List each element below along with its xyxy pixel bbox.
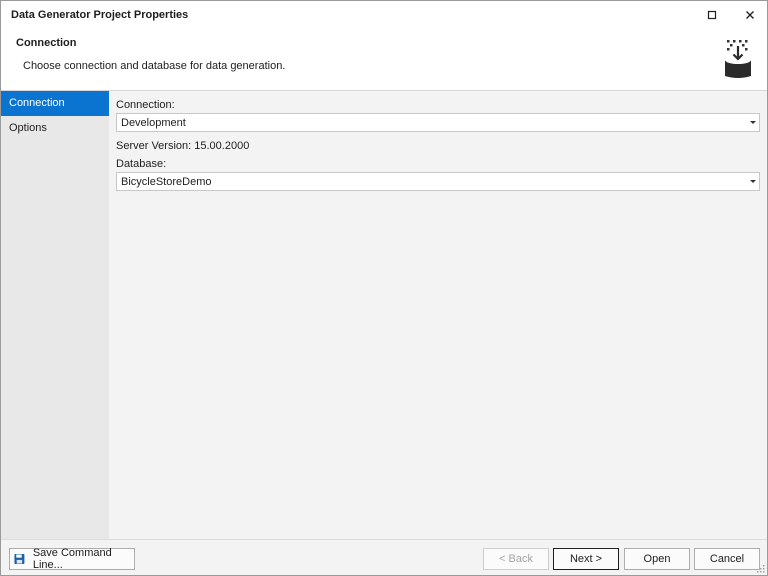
close-button[interactable] — [736, 5, 764, 25]
window-title: Data Generator Project Properties — [11, 9, 189, 21]
maximize-icon — [707, 10, 717, 20]
save-command-line-label: Save Command Line... — [32, 547, 112, 571]
close-icon — [746, 11, 754, 19]
database-value: BicycleStoreDemo — [121, 176, 212, 188]
next-button[interactable]: Next > — [553, 548, 619, 570]
back-button[interactable]: < Back — [483, 548, 549, 570]
sidebar: Connection Options — [1, 91, 109, 539]
page-description: Choose connection and database for data … — [23, 60, 286, 72]
maximize-button[interactable] — [698, 5, 726, 25]
connection-label: Connection: — [116, 99, 175, 111]
floppy-disk-icon — [14, 554, 25, 564]
database-label: Database: — [116, 158, 167, 170]
server-version-text: Server Version: 15.00.2000 — [116, 140, 250, 152]
connection-value: Development — [121, 117, 186, 129]
dialog-window: Data Generator Project Properties Connec… — [0, 0, 768, 576]
save-command-line-button[interactable]: Save Command Line... — [9, 547, 135, 571]
chevron-down-icon — [750, 180, 756, 183]
database-dropdown[interactable]: BicycleStoreDemo — [116, 172, 760, 191]
resize-grip-icon[interactable] — [757, 565, 765, 573]
footer-bar: Save Command Line... < Back Next > Open … — [1, 539, 767, 575]
cancel-button[interactable]: Cancel — [694, 548, 760, 570]
database-generate-icon — [725, 40, 751, 78]
page-title: Connection — [16, 37, 77, 49]
connection-dropdown[interactable]: Development — [116, 113, 760, 132]
page-header: Connection Choose connection and databas… — [1, 30, 767, 91]
sidebar-item-connection[interactable]: Connection — [1, 91, 109, 116]
chevron-down-icon — [750, 121, 756, 124]
content-panel: Connection: Development Server Version: … — [109, 91, 767, 539]
sidebar-item-options[interactable]: Options — [1, 116, 109, 141]
title-bar: Data Generator Project Properties — [1, 1, 767, 30]
open-button[interactable]: Open — [624, 548, 690, 570]
